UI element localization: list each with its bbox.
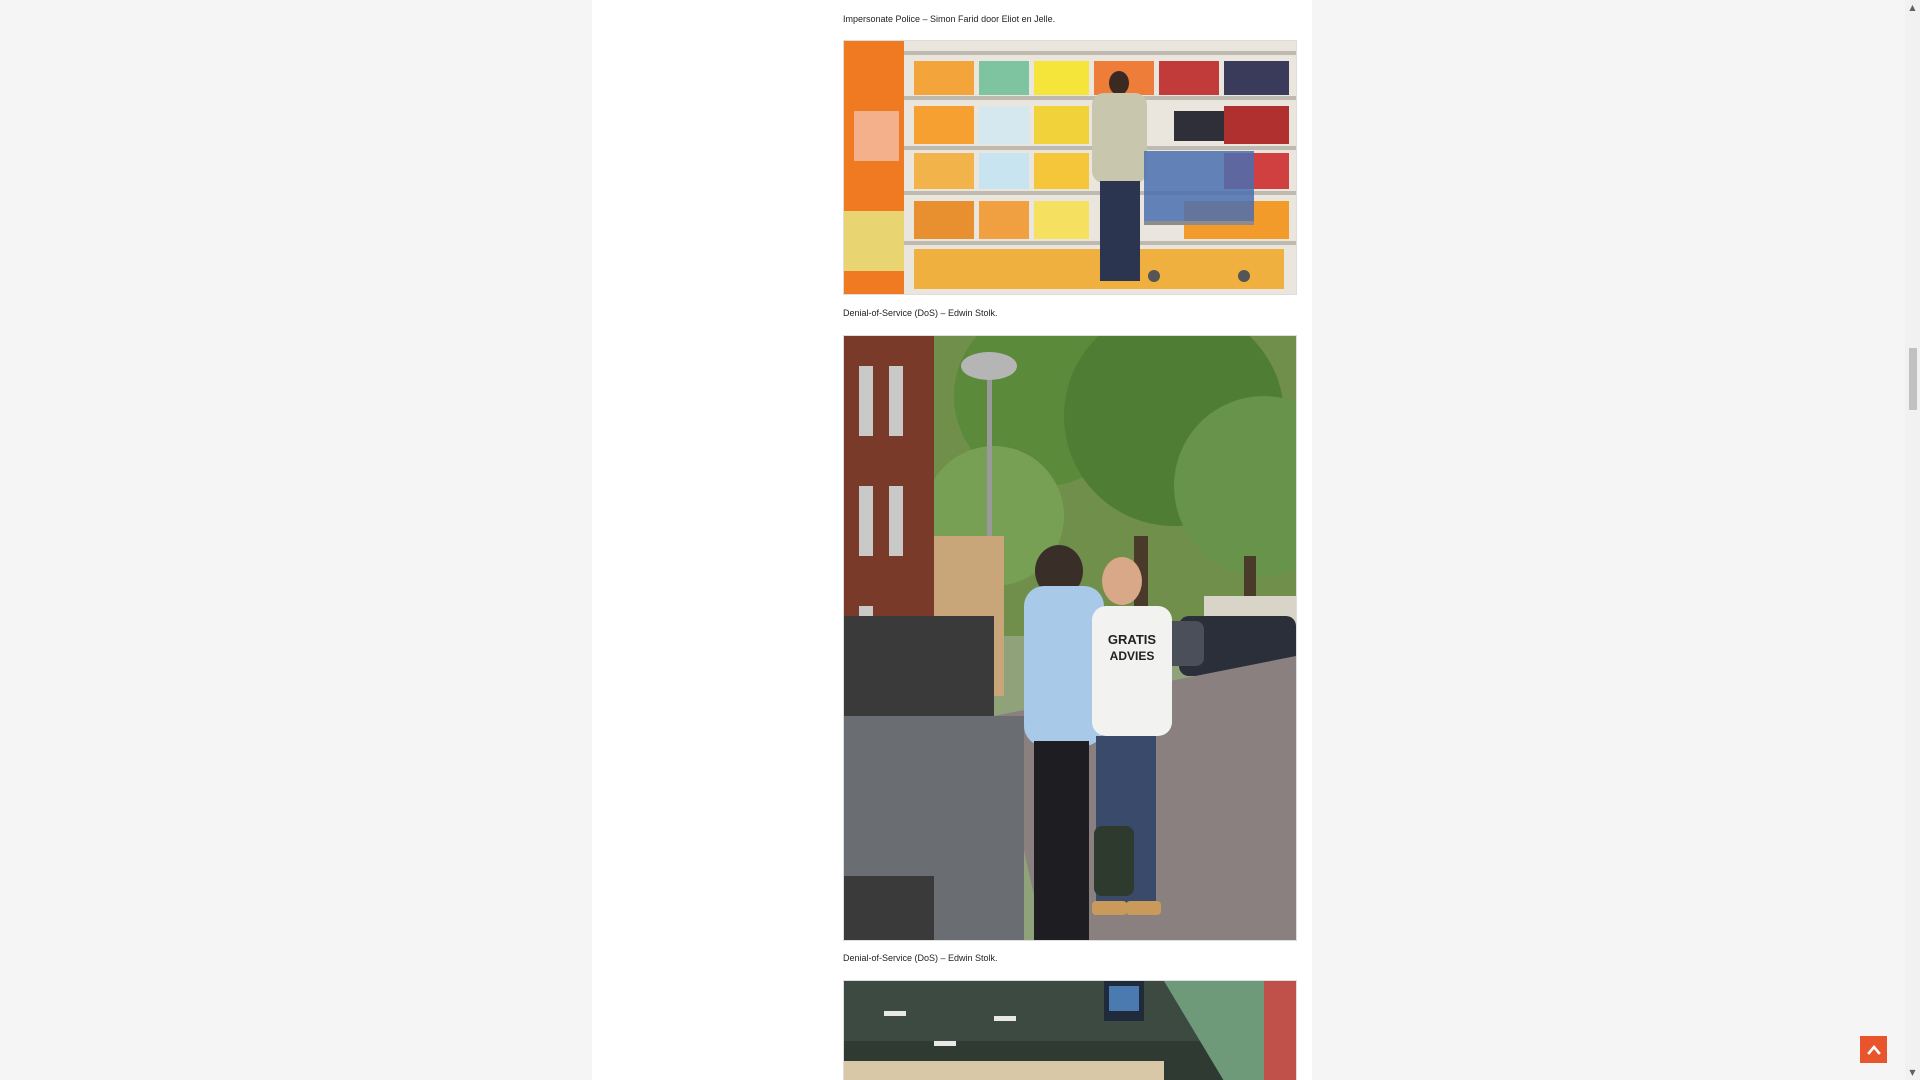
- caption-denial-of-service-1: Denial-of-Service (DoS) – Edwin Stolk.: [843, 308, 998, 318]
- photo-street-conversation-image: GRATIS ADVIES: [844, 336, 1296, 940]
- page: Impersonate Police – Simon Farid door El…: [0, 0, 1920, 1080]
- vertical-scrollbar[interactable]: ▲ ▼: [1905, 0, 1920, 1080]
- scrollbar-thumb[interactable]: [1909, 348, 1917, 410]
- photo-station-interior-image: [844, 981, 1296, 1080]
- shirt-text-advies: ADVIES: [1110, 649, 1155, 663]
- shirt-text-gratis: GRATIS: [1108, 632, 1156, 647]
- triangle-down-icon[interactable]: ▼: [1905, 1065, 1920, 1080]
- photo-supermarket-image: [844, 41, 1296, 294]
- photo-station-interior[interactable]: [843, 980, 1297, 1080]
- triangle-up-icon[interactable]: ▲: [1905, 0, 1920, 15]
- photo-supermarket[interactable]: [843, 40, 1297, 295]
- photo-street-conversation[interactable]: GRATIS ADVIES: [843, 335, 1297, 941]
- caption-denial-of-service-2: Denial-of-Service (DoS) – Edwin Stolk.: [843, 953, 998, 963]
- back-to-top-button[interactable]: [1860, 1036, 1887, 1063]
- caption-impersonate-police: Impersonate Police – Simon Farid door El…: [843, 14, 1056, 24]
- chevron-up-icon: [1866, 1044, 1881, 1055]
